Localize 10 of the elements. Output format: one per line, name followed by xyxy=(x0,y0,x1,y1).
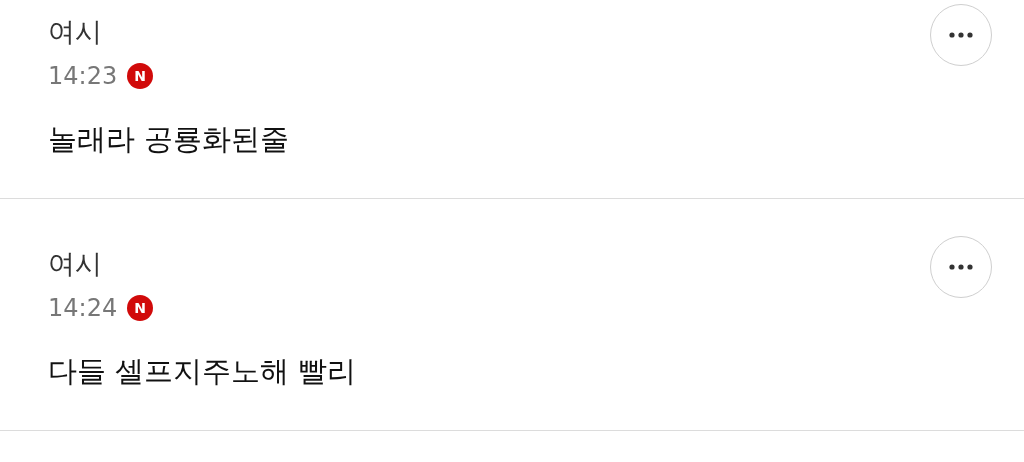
comment-time: 14:24 xyxy=(48,294,118,322)
more-icon xyxy=(949,264,973,270)
comment-time: 14:23 xyxy=(48,62,118,90)
more-icon xyxy=(949,32,973,38)
comment-text: 다들 셀프지주노해 빨리 xyxy=(48,353,358,390)
new-badge: N xyxy=(127,295,154,321)
author-name: 여시 xyxy=(48,247,103,281)
comment-text: 놀래라 공룡화된줄 xyxy=(48,121,291,158)
new-badge: N xyxy=(127,63,154,89)
author-name: 여시 xyxy=(48,15,103,49)
